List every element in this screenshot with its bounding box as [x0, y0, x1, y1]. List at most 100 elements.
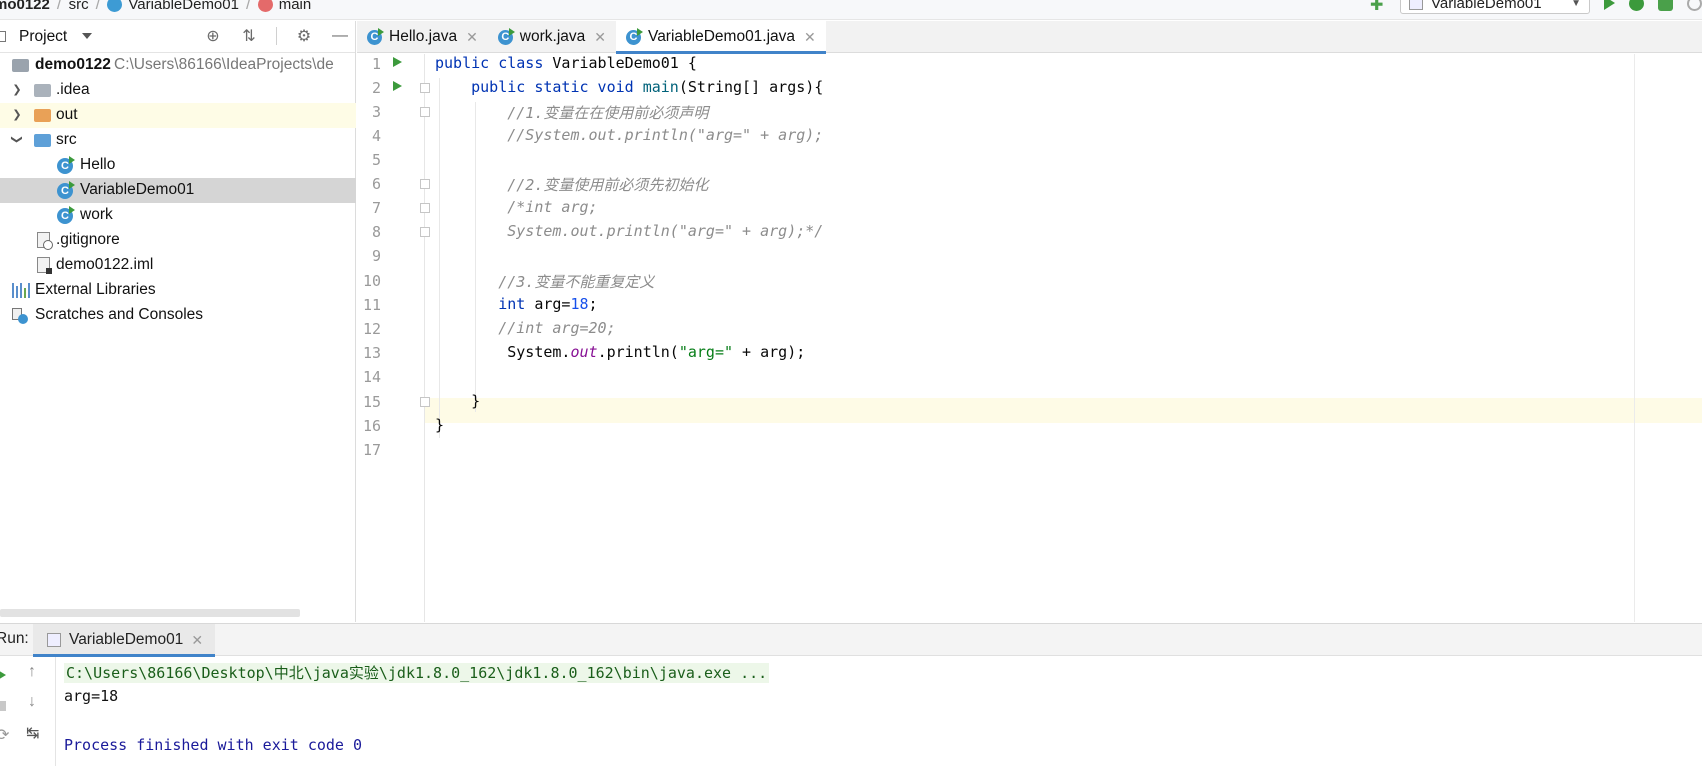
- line-number: 14: [362, 368, 381, 386]
- run-tab-variabledemo01[interactable]: VariableDemo01 ✕: [33, 624, 216, 657]
- java-class-icon: C: [57, 206, 75, 224]
- line-number: 9: [371, 247, 381, 265]
- tab-label: Hello.java: [389, 28, 458, 45]
- rerun-icon[interactable]: [0, 669, 6, 681]
- fold-marker[interactable]: [420, 107, 430, 117]
- chevron-right-icon[interactable]: ❯: [11, 108, 23, 121]
- tree-item-out[interactable]: ❯ out: [0, 103, 356, 128]
- code-line: public class VariableDemo01 {: [435, 54, 697, 72]
- chevron-right-icon[interactable]: ❯: [11, 83, 23, 96]
- restore-layout-icon[interactable]: ⟳: [0, 725, 9, 745]
- close-icon[interactable]: ✕: [191, 632, 203, 649]
- excluded-folder-icon: [34, 109, 51, 122]
- code-editor[interactable]: 1 2 3 4 5 6 7 8 9 10 11 12 13 14 15 16 1…: [357, 54, 1702, 622]
- locate-target-icon[interactable]: ⊕: [204, 27, 222, 45]
- right-margin-guide: [1634, 54, 1635, 622]
- arrow-up-icon[interactable]: ↑: [28, 663, 36, 681]
- fold-marker[interactable]: [420, 397, 430, 407]
- project-header: Project ⊕ ⇅ ⚙ —: [0, 21, 355, 53]
- tree-item-work[interactable]: C work: [0, 203, 356, 228]
- line-number: 8: [371, 223, 381, 241]
- run-configuration-select[interactable]: VariableDemo01 ▼: [1400, 0, 1590, 14]
- breadcrumb-class[interactable]: VariableDemo01: [128, 0, 239, 13]
- project-view-title[interactable]: Project: [19, 28, 67, 46]
- tree-item-variabledemo01[interactable]: C VariableDemo01: [0, 178, 356, 203]
- tab-hello-java[interactable]: C Hello.java ✕: [357, 21, 488, 53]
- chevron-down-icon[interactable]: [82, 33, 92, 39]
- code-line: }: [435, 392, 481, 410]
- breadcrumb-project[interactable]: mo0122: [0, 0, 50, 13]
- minimize-icon[interactable]: —: [331, 27, 349, 45]
- tree-item-idea[interactable]: ❯ .idea: [0, 78, 356, 103]
- java-class-icon: C: [497, 27, 515, 45]
- tree-item-label: External Libraries: [35, 281, 156, 298]
- tree-item-demo0122[interactable]: demo0122 C:\Users\86166\IdeaProjects\de: [0, 53, 356, 78]
- build-hammer-icon[interactable]: ✚: [1370, 0, 1386, 14]
- run-gutter-icon[interactable]: [393, 57, 402, 67]
- editor-tabs: C Hello.java ✕ C work.java ✕ C VariableD…: [357, 21, 1702, 54]
- scratches-icon: [12, 308, 28, 324]
- close-icon[interactable]: ✕: [466, 29, 478, 46]
- close-icon[interactable]: ✕: [594, 29, 606, 46]
- code-line: //System.out.println("arg=" + arg);: [435, 126, 824, 144]
- collapse-all-icon[interactable]: ⇅: [240, 27, 258, 45]
- line-number: 10: [362, 272, 381, 290]
- navigation-bar: mo0122 / src / VariableDemo01 / main ✚ V…: [0, 0, 1702, 20]
- gear-icon[interactable]: ⚙: [295, 27, 313, 45]
- tree-item-gitignore[interactable]: .gitignore: [0, 228, 356, 253]
- fold-marker[interactable]: [420, 203, 430, 213]
- tree-item-label: .idea: [56, 81, 90, 98]
- tab-work-java[interactable]: C work.java ✕: [488, 21, 616, 53]
- tree-item-scratches[interactable]: Scratches and Consoles: [0, 303, 356, 328]
- line-number: 7: [371, 199, 381, 217]
- console-command-line: C:\Users\86166\Desktop\中北\java实验\jdk1.8.…: [64, 662, 770, 683]
- chevron-down-icon[interactable]: ❯: [11, 134, 24, 146]
- tree-item-label: src: [56, 131, 77, 148]
- indent-guide: [475, 102, 476, 412]
- tree-item-iml[interactable]: demo0122.iml: [0, 253, 356, 278]
- line-number: 17: [362, 441, 381, 459]
- tree-item-label: .gitignore: [56, 231, 120, 248]
- soft-wrap-icon[interactable]: ↹: [26, 723, 39, 743]
- folder-icon: [34, 84, 51, 97]
- tab-label: VariableDemo01.java: [648, 28, 796, 45]
- class-icon: [107, 0, 123, 12]
- chevron-down-icon: ▼: [1571, 0, 1581, 9]
- console-output[interactable]: C:\Users\86166\Desktop\中北\java实验\jdk1.8.…: [64, 657, 770, 754]
- breadcrumb-separator: /: [95, 0, 101, 13]
- tree-item-src[interactable]: ❯ src: [0, 128, 356, 153]
- stop-icon[interactable]: [0, 701, 6, 711]
- breadcrumb-method[interactable]: main: [279, 0, 312, 13]
- code-line: //int arg=20;: [435, 319, 616, 337]
- fold-marker[interactable]: [420, 83, 430, 93]
- line-number: 15: [362, 393, 381, 411]
- debug-button[interactable]: [1629, 0, 1644, 11]
- code-line: System.out.println("arg=" + arg);: [435, 343, 806, 361]
- code-line: //2.变量使用前必须先初始化: [435, 176, 709, 194]
- line-number: 6: [371, 175, 381, 193]
- line-number: 4: [371, 127, 381, 145]
- arrow-down-icon[interactable]: ↓: [28, 693, 36, 711]
- tab-variabledemo01-java[interactable]: C VariableDemo01.java ✕: [616, 21, 826, 54]
- breadcrumb-separator: /: [56, 0, 62, 13]
- run-with-coverage-button[interactable]: [1658, 0, 1673, 11]
- console-output-line: arg=18: [64, 687, 119, 705]
- profile-button[interactable]: [1687, 0, 1702, 11]
- tree-item-label: demo0122: [35, 56, 111, 73]
- tree-item-external-libraries[interactable]: External Libraries: [0, 278, 356, 303]
- horizontal-scrollbar[interactable]: [0, 609, 300, 617]
- run-header: Run: VariableDemo01 ✕: [0, 624, 1702, 657]
- code-line: System.out.println("arg=" + arg);*/: [435, 222, 824, 240]
- fold-marker[interactable]: [420, 227, 430, 237]
- run-config-label: VariableDemo01: [1431, 0, 1542, 12]
- console-command: C:\Users\86166\Desktop\中北\java实验\jdk1.8.…: [64, 663, 770, 683]
- code-line: /*int arg;: [435, 198, 598, 216]
- fold-marker[interactable]: [420, 179, 430, 189]
- run-button[interactable]: [1604, 0, 1615, 10]
- project-tool-window: Project ⊕ ⇅ ⚙ — demo0122 C:\Users\86166\…: [0, 21, 356, 622]
- tree-item-hello[interactable]: C Hello: [0, 153, 356, 178]
- breadcrumb-folder[interactable]: src: [69, 0, 89, 13]
- run-gutter-icon[interactable]: [393, 81, 402, 91]
- divider: [276, 27, 277, 45]
- close-icon[interactable]: ✕: [804, 29, 816, 46]
